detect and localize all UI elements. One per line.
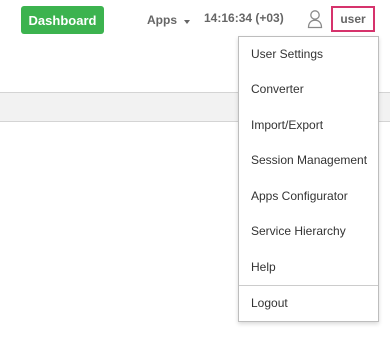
menu-item-service-hierarchy[interactable]: Service Hierarchy: [239, 216, 378, 246]
menu-divider: [239, 285, 378, 286]
user-dropdown-menu: User Settings Converter Import/Export Se…: [238, 36, 379, 322]
apps-menu[interactable]: Apps: [147, 11, 190, 29]
clock: 14:16:34 (+03): [204, 11, 284, 25]
menu-item-converter[interactable]: Converter: [239, 74, 378, 104]
dashboard-button[interactable]: Dashboard: [21, 6, 104, 34]
menu-item-apps-configurator[interactable]: Apps Configurator: [239, 181, 378, 211]
user-icon[interactable]: [307, 9, 323, 29]
menu-item-session-management[interactable]: Session Management: [239, 145, 378, 175]
menu-item-logout[interactable]: Logout: [239, 288, 378, 318]
caret-down-icon: [184, 19, 190, 24]
apps-label: Apps: [147, 13, 177, 27]
menu-item-user-settings[interactable]: User Settings: [239, 39, 378, 69]
menu-item-import-export[interactable]: Import/Export: [239, 110, 378, 140]
menu-item-help[interactable]: Help: [239, 252, 378, 282]
user-menu-button[interactable]: user: [331, 6, 375, 32]
